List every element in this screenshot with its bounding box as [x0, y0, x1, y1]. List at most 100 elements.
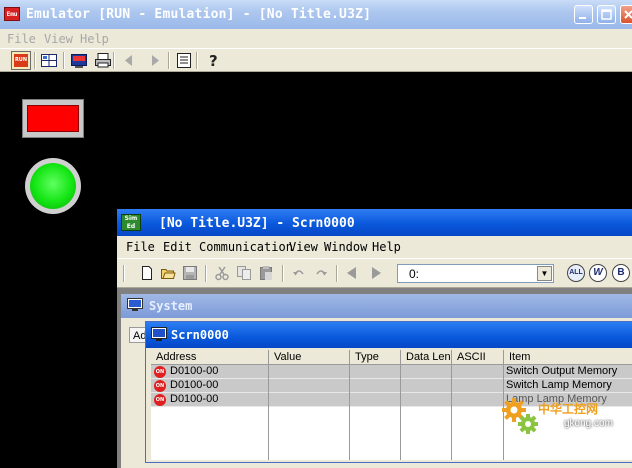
- editor-menu-communication[interactable]: Communication: [199, 240, 293, 254]
- open-folder-icon[interactable]: [160, 265, 176, 281]
- emulator-window-title: Emulator [RUN - Emulation] - [No Title.U…: [26, 7, 372, 22]
- editor-menu-file[interactable]: File: [126, 240, 155, 254]
- lamp-part-icon: ON: [154, 394, 166, 406]
- emulator-menu-view[interactable]: View: [44, 32, 73, 46]
- screen-title-bar[interactable]: Scrn0000: [146, 322, 632, 348]
- cell-type: [350, 379, 401, 393]
- maximize-button[interactable]: [597, 5, 616, 24]
- next-icon[interactable]: [368, 265, 384, 281]
- cell-item: Switch Lamp Memory: [506, 379, 612, 391]
- cell-address: ON D0100-00: [151, 365, 269, 379]
- all-button[interactable]: ALL: [567, 264, 585, 282]
- table-row[interactable]: ON D0100-00 Switch Lamp Memory: [151, 379, 632, 393]
- run-mode-button[interactable]: RUN: [11, 51, 31, 70]
- watermark-text: 中华工控网: [538, 402, 599, 416]
- screen-window[interactable]: Scrn0000 Address Value Type Data Len ASC…: [145, 321, 632, 463]
- column-header-address[interactable]: Address: [151, 350, 269, 365]
- mdi-client-area: System Ad Scrn0000 Address Value Type Da…: [117, 288, 632, 468]
- document-icon[interactable]: [175, 52, 193, 69]
- editor-title-bar[interactable]: Sim Ed [No Title.U3Z] - Scrn0000: [117, 209, 632, 236]
- cell-ascii: [452, 379, 504, 393]
- column-header-data-len[interactable]: Data Len: [401, 350, 452, 365]
- previous-icon[interactable]: [344, 265, 360, 281]
- b-button[interactable]: B: [612, 264, 630, 282]
- toolbar-separator: [196, 52, 198, 69]
- lamp-light: [30, 163, 76, 209]
- cut-icon[interactable]: [214, 265, 230, 281]
- minimize-button[interactable]: [574, 5, 593, 24]
- column-header-item[interactable]: Item: [504, 350, 632, 365]
- cell-address: ON D0100-00: [151, 379, 269, 393]
- close-icon: [624, 10, 632, 19]
- system-window-title: System: [149, 299, 193, 313]
- emulator-menu-help[interactable]: Help: [80, 32, 109, 46]
- emulator-toolbar: RUN ?: [0, 48, 632, 72]
- toolbar-separator: [168, 52, 170, 69]
- lamp-part: [25, 158, 81, 214]
- monitor-icon: [151, 327, 167, 341]
- emulator-title-bar[interactable]: Emu Emulator [RUN - Emulation] - [No Tit…: [0, 0, 632, 29]
- editor-window-title: [No Title.U3Z] - Scrn0000: [159, 216, 355, 231]
- close-button[interactable]: [620, 5, 632, 24]
- editor-menu-bar: File Edit Communication View Window Help: [117, 236, 632, 258]
- redo-icon[interactable]: [313, 265, 329, 281]
- run-icon: RUN: [14, 54, 28, 67]
- cell-ascii: [452, 365, 504, 379]
- address-text: D0100-00: [170, 379, 219, 391]
- switch-part[interactable]: [22, 99, 84, 138]
- save-icon[interactable]: [182, 265, 198, 281]
- toolbar-grip: [123, 265, 125, 282]
- emulator-menu-file[interactable]: File: [7, 32, 36, 46]
- emulator-menu-bar: File View Help: [0, 29, 632, 48]
- editor-menu-window[interactable]: Window: [324, 240, 367, 254]
- watermark-url: gkong.com: [564, 418, 613, 429]
- emulator-app-icon[interactable]: Emu: [4, 7, 20, 21]
- undo-icon[interactable]: [291, 265, 307, 281]
- watermark: 中华工控网 gkong.com: [500, 396, 630, 436]
- table-row[interactable]: ON D0100-00 Switch Output Memory: [151, 365, 632, 379]
- cell-item: Switch Output Memory: [506, 365, 618, 377]
- w-button[interactable]: W: [589, 264, 607, 282]
- system-title-bar[interactable]: System: [121, 294, 632, 318]
- screen-list-icon[interactable]: [70, 52, 88, 69]
- copy-icon[interactable]: [236, 265, 252, 281]
- new-file-icon[interactable]: [139, 265, 155, 281]
- cell-value: [269, 365, 350, 379]
- print-icon[interactable]: [94, 52, 112, 69]
- editor-menu-help[interactable]: Help: [372, 240, 401, 254]
- toolbar-separator: [34, 52, 36, 69]
- monitor-icon: [127, 298, 143, 311]
- address-text: D0100-00: [170, 365, 219, 377]
- paste-icon[interactable]: [258, 265, 274, 281]
- editor-menu-view[interactable]: View: [289, 240, 318, 254]
- layout-icon[interactable]: [40, 52, 58, 69]
- cell-data-len: [401, 379, 452, 393]
- column-header-value[interactable]: Value: [269, 350, 350, 365]
- cell-data-len: [401, 393, 452, 407]
- svg-text:?: ?: [209, 52, 218, 69]
- toolbar-separator: [336, 265, 338, 282]
- screen-window-title: Scrn0000: [171, 328, 229, 342]
- minimize-icon: [579, 17, 586, 19]
- toolbar-separator: [63, 52, 65, 69]
- toolbar-separator: [113, 52, 115, 69]
- next-screen-icon[interactable]: [146, 52, 164, 69]
- switch-face: [27, 105, 79, 132]
- column-header-ascii[interactable]: ASCII: [452, 350, 504, 365]
- toolbar-separator: [282, 265, 284, 282]
- cell-data-len: [401, 365, 452, 379]
- editor-app-icon[interactable]: Sim Ed: [121, 214, 141, 231]
- editor-menu-edit[interactable]: Edit: [163, 240, 192, 254]
- screen-select-value: 0:: [409, 267, 420, 281]
- cell-ascii: [452, 393, 504, 407]
- cell-type: [350, 365, 401, 379]
- cell-value: [269, 393, 350, 407]
- screen-select-dropdown[interactable]: 0: ▼: [397, 264, 554, 283]
- help-icon[interactable]: ?: [204, 52, 222, 69]
- chevron-down-icon[interactable]: ▼: [537, 266, 552, 281]
- column-header-type[interactable]: Type: [350, 350, 401, 365]
- address-text: D0100-00: [170, 393, 219, 405]
- editor-toolbar: 0: ▼ ALL W B: [117, 258, 632, 288]
- switch-part-icon: ON: [154, 380, 166, 392]
- previous-screen-icon[interactable]: [120, 52, 138, 69]
